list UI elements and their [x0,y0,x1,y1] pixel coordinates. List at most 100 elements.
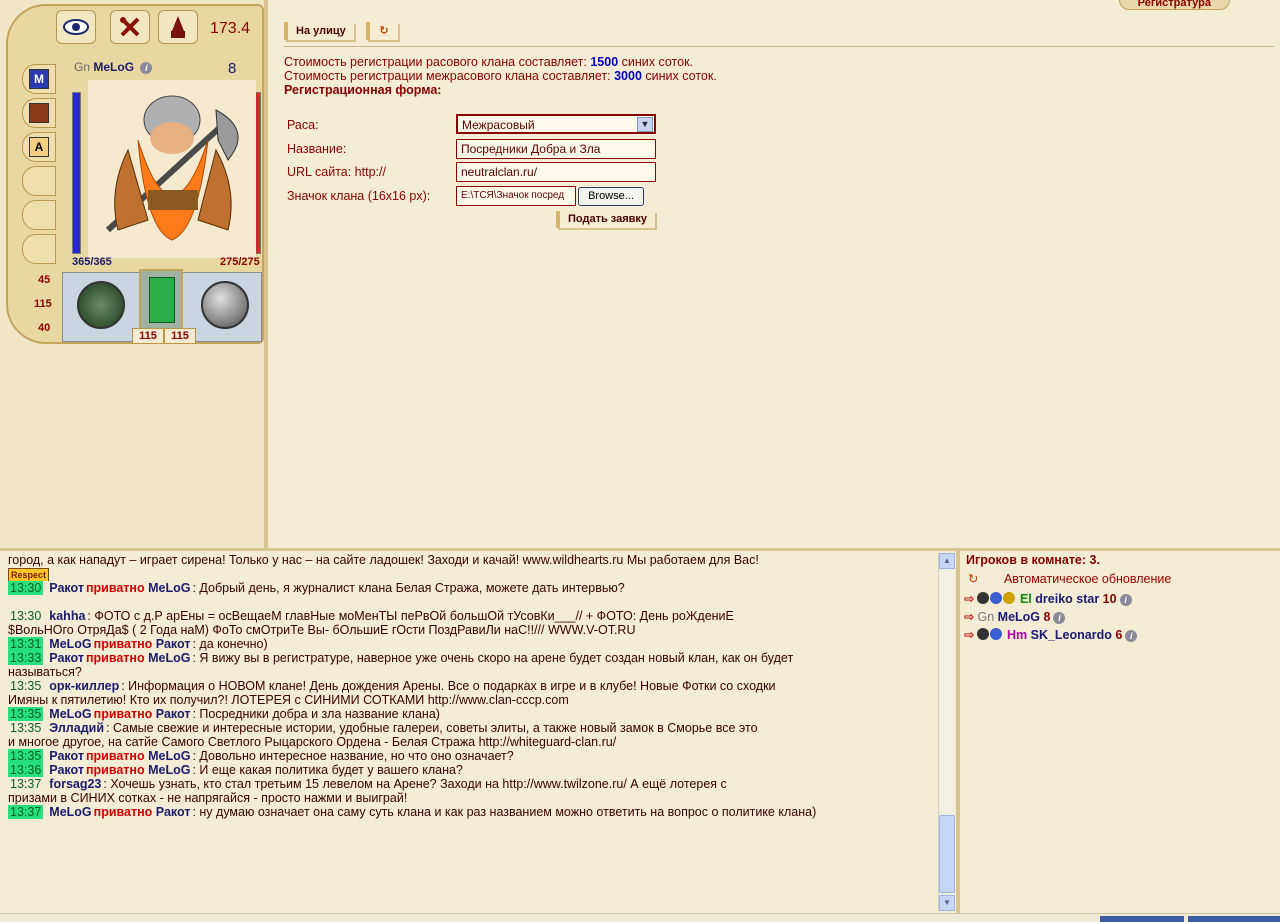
chat-message: 13:30 Ракот приватно MeLoG: Добрый день, я… [8,581,936,595]
player-name[interactable]: SK_Leonardo [1031,628,1112,642]
message-recipient[interactable]: Ракот [156,805,191,819]
message-text: : И еще какая политика будет у вашего кл… [192,763,463,777]
empty-slot-2[interactable] [22,200,56,230]
clan-icon-file-input[interactable]: E:\ТСЯ\Значок посред [456,186,576,206]
chat-message: и многое другое, на сатйе Самого Светлог… [8,735,936,749]
players-count: Игроков в комнате: 3. [966,553,1100,567]
message-author[interactable]: MeLoG [49,637,91,651]
message-time[interactable]: 13:35 [8,721,43,735]
info-icon[interactable]: i [1125,629,1138,642]
chat-message: 13:35 Элладий: Самые свежие и интересные … [8,721,936,735]
private-arrow-icon[interactable]: ⇨ [964,628,974,642]
form-title: Регистрационная форма: [284,83,442,97]
message-text: Имяны к пятилетию! Кто их получил?! ЛОТЕ… [8,693,569,707]
empty-slot-3[interactable] [22,234,56,264]
chat-scrollbar[interactable]: ▲ ▼ [938,553,955,911]
message-author[interactable]: Элладий [49,721,104,735]
player-row[interactable]: ⇨ Gn MeLoG 8i [964,609,1066,624]
message-author[interactable]: kahha [49,609,85,623]
message-text: : Информация о НОВОМ клане! День дождени… [121,679,776,693]
message-recipient[interactable]: MeLoG [148,651,190,665]
info-icon[interactable]: i [1053,611,1066,624]
message-text: : Я вижу вы в регистратуре, наверное уже… [192,651,794,665]
refresh-icon[interactable]: ↻ [366,22,398,40]
spellbook-icon: M [29,69,49,89]
message-recipient[interactable]: MeLoG [148,763,190,777]
chevron-down-icon[interactable]: ▼ [637,117,653,132]
lightning-icon [1003,592,1016,604]
player-row[interactable]: ⇨ El dreiko star 10 i [964,591,1132,606]
auto-update-toggle[interactable]: ↻ Автоматическое обновление [968,571,1171,586]
message-time[interactable]: 13:37 [8,805,44,819]
player-race: El [1019,592,1032,606]
armor-slot[interactable] [139,269,183,331]
tools-icon[interactable] [110,10,150,44]
respect-badge: Respect [8,568,50,581]
shield-slot[interactable] [201,281,249,329]
letter-a-button[interactable]: A [22,132,56,162]
player-name[interactable]: dreiko star [1035,592,1099,606]
message-time[interactable]: 13:30 [8,609,43,623]
race-select[interactable]: Межрасовый ▼ [456,114,656,134]
message-author[interactable]: forsag23 [49,777,101,791]
info-icon[interactable]: i [1119,593,1132,606]
stat-value: 115 [34,298,52,310]
chat-window[interactable]: город, а как нападут – играет сирена! То… [4,551,956,913]
empty-slot-1[interactable] [22,166,56,196]
message-author[interactable]: MeLoG [49,707,91,721]
message-time[interactable]: 13:36 [8,763,44,777]
message-time[interactable]: 13:35 [8,749,44,763]
message-recipient[interactable]: MeLoG [148,749,190,763]
player-level: 8 [1043,610,1051,624]
message-time[interactable]: 13:31 [8,637,44,651]
message-author[interactable]: орк-киллер [49,679,119,693]
eye-icon[interactable] [56,10,96,44]
refresh-icon[interactable]: ↻ [968,572,978,586]
message-author[interactable]: Ракот [49,763,84,777]
message-text: : Добрый день, я журналист клана Белая С… [192,581,625,595]
chat-message: $ВольНОго ОтряДа$ ( 2 Года наМ) ФоТо смО… [8,623,936,637]
clan-name-input[interactable]: Посредники Добра и Зла [456,139,656,159]
message-author[interactable]: Ракот [49,749,84,763]
chat-message: 13:30 kahha: ФОТО с д.Р арЕны = осВещаеМ … [8,609,936,623]
message-author[interactable]: MeLoG [49,805,91,819]
message-time[interactable]: 13:35 [8,679,43,693]
message-recipient[interactable]: Ракот [156,707,191,721]
street-button[interactable]: На улицу [284,22,354,40]
private-arrow-icon[interactable]: ⇨ [964,610,974,624]
url-label: URL сайта: http:// [287,165,386,179]
player-row[interactable]: ⇨ Hm SK_Leonardo 6i [964,627,1138,642]
race-clan-cost: Стоимость регистрации расового клана сос… [284,55,694,69]
spellbook-button[interactable]: M [22,64,56,94]
message-author[interactable]: Ракот [49,581,84,595]
character-name[interactable]: Gn MeLoG i [74,60,153,74]
message-recipient[interactable]: MeLoG [148,581,190,595]
message-time[interactable]: 13:37 [8,777,43,791]
message-time[interactable]: 13:30 [8,581,44,595]
scroll-thumb[interactable] [939,815,955,893]
clan-url-input[interactable]: neutralclan.ru/ [456,162,656,182]
amulet-slot[interactable] [77,281,125,329]
scroll-up-button[interactable]: ▲ [939,553,955,569]
chat-message [8,595,936,609]
message-text: называться? [8,665,82,679]
chat-message: 13:37 MeLoG приватно Ракот: ну думаю означ… [8,805,936,819]
message-author[interactable]: Ракот [49,651,84,665]
player-race: Gn [977,610,995,624]
message-time[interactable]: 13:35 [8,707,44,721]
message-text: : да конечно) [192,637,268,651]
chat-message: 13:35 MeLoG приватно Ракот: Посредники доб… [8,707,936,721]
submit-application-button[interactable]: Подать заявку [556,211,656,228]
scroll-down-button[interactable]: ▼ [939,895,955,911]
player-name[interactable]: MeLoG [998,610,1040,624]
message-time[interactable]: 13:33 [8,651,44,665]
character-portrait[interactable] [88,80,256,258]
wizard-icon[interactable] [158,10,198,44]
info-icon[interactable]: i [140,61,153,74]
message-text: : ФОТО с д.Р арЕны = осВещаеМ главНые мо… [87,609,734,623]
chat-message: 13:35 Ракот приватно MeLoG: Довольно интер… [8,749,936,763]
message-recipient[interactable]: Ракот [156,637,191,651]
private-arrow-icon[interactable]: ⇨ [964,592,974,606]
browse-button[interactable]: Browse... [578,187,644,206]
book-button[interactable] [22,98,56,128]
